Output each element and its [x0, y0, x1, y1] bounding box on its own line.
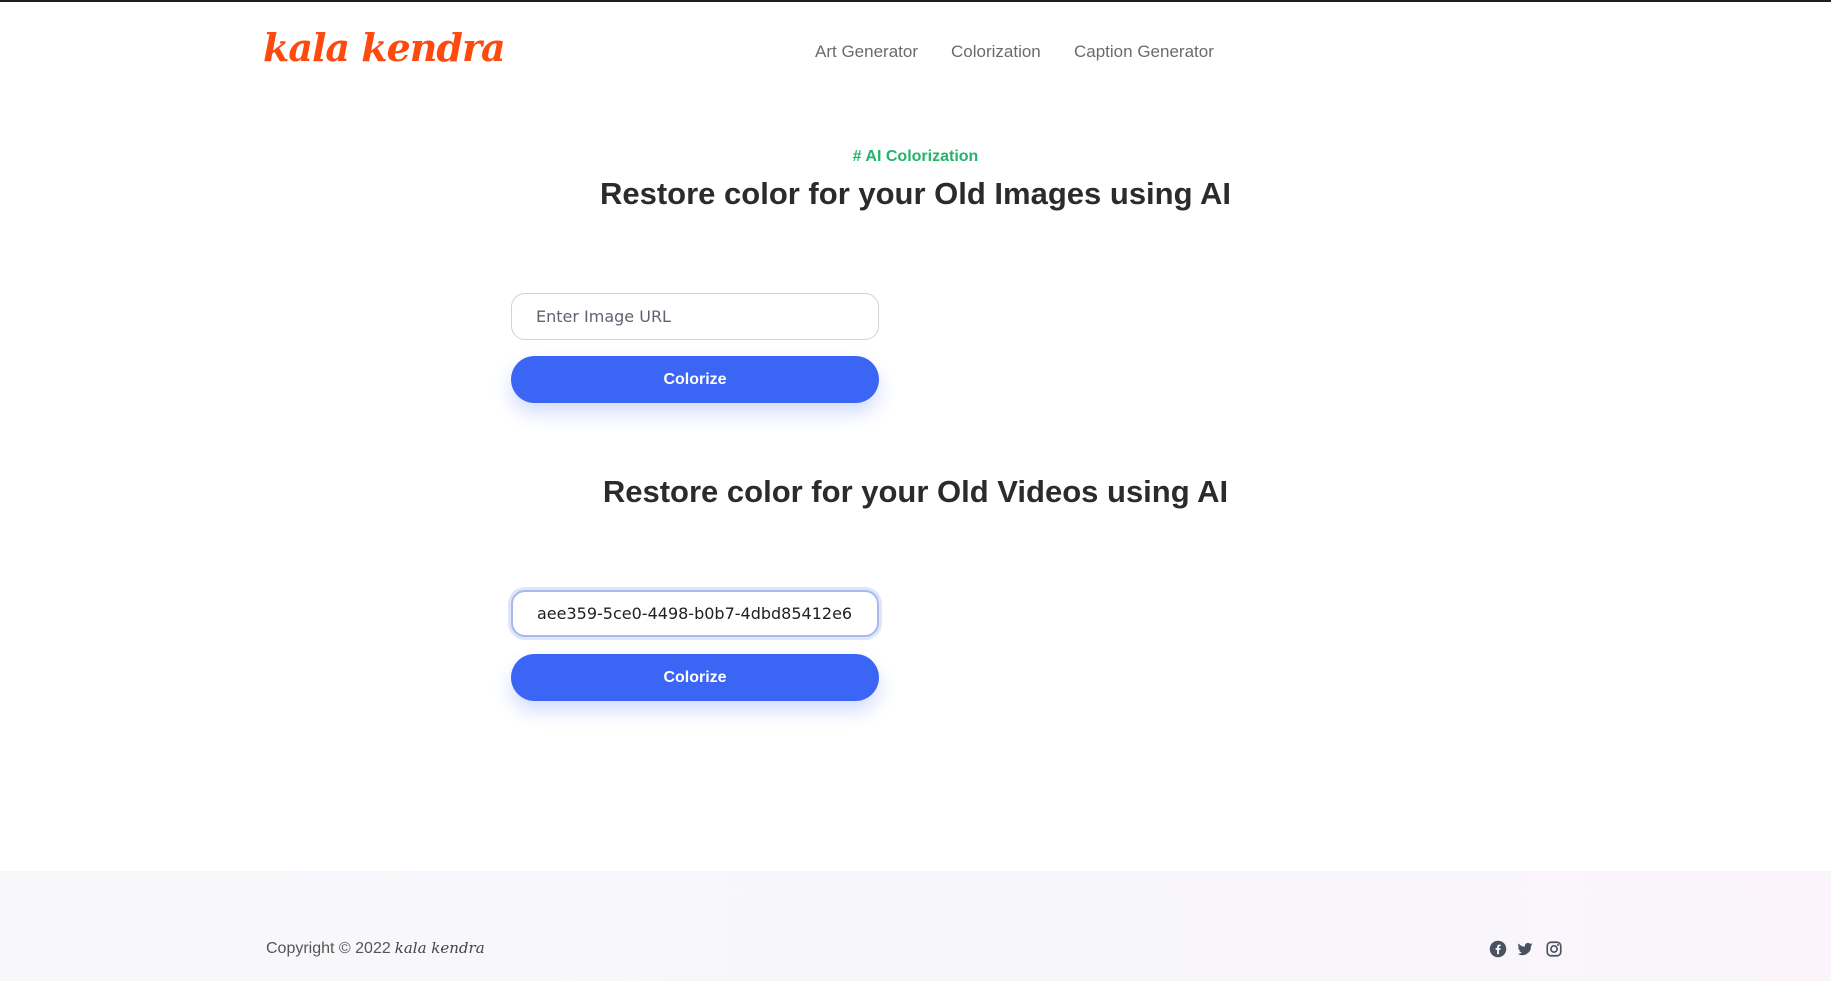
- twitter-icon[interactable]: [1516, 940, 1534, 958]
- copyright-label: Copyright © 2022: [266, 940, 391, 957]
- video-section-title: Restore color for your Old Videos using …: [602, 474, 1229, 509]
- nav-item-art-generator[interactable]: Art Generator: [815, 42, 918, 62]
- footer-logo: kala kendra: [394, 939, 485, 957]
- site-header: kala kendra Art Generator Colorization C…: [0, 2, 1831, 102]
- section-eyebrow: # AI Colorization: [852, 148, 979, 165]
- brand-logo[interactable]: kala kendra: [263, 26, 506, 70]
- colorize-video-button[interactable]: Colorize: [511, 654, 879, 701]
- copyright-text: Copyright © 2022 kala kendra: [266, 939, 485, 958]
- image-url-input[interactable]: [511, 293, 879, 340]
- image-section-title: Restore color for your Old Images using …: [599, 176, 1232, 211]
- facebook-icon[interactable]: [1489, 940, 1507, 958]
- video-url-input[interactable]: [511, 590, 879, 637]
- site-footer: Copyright © 2022 kala kendra: [0, 871, 1831, 981]
- nav-item-caption-generator[interactable]: Caption Generator: [1074, 42, 1214, 62]
- nav-item-colorization[interactable]: Colorization: [951, 42, 1041, 62]
- instagram-icon[interactable]: [1545, 940, 1563, 958]
- colorize-image-button[interactable]: Colorize: [511, 356, 879, 403]
